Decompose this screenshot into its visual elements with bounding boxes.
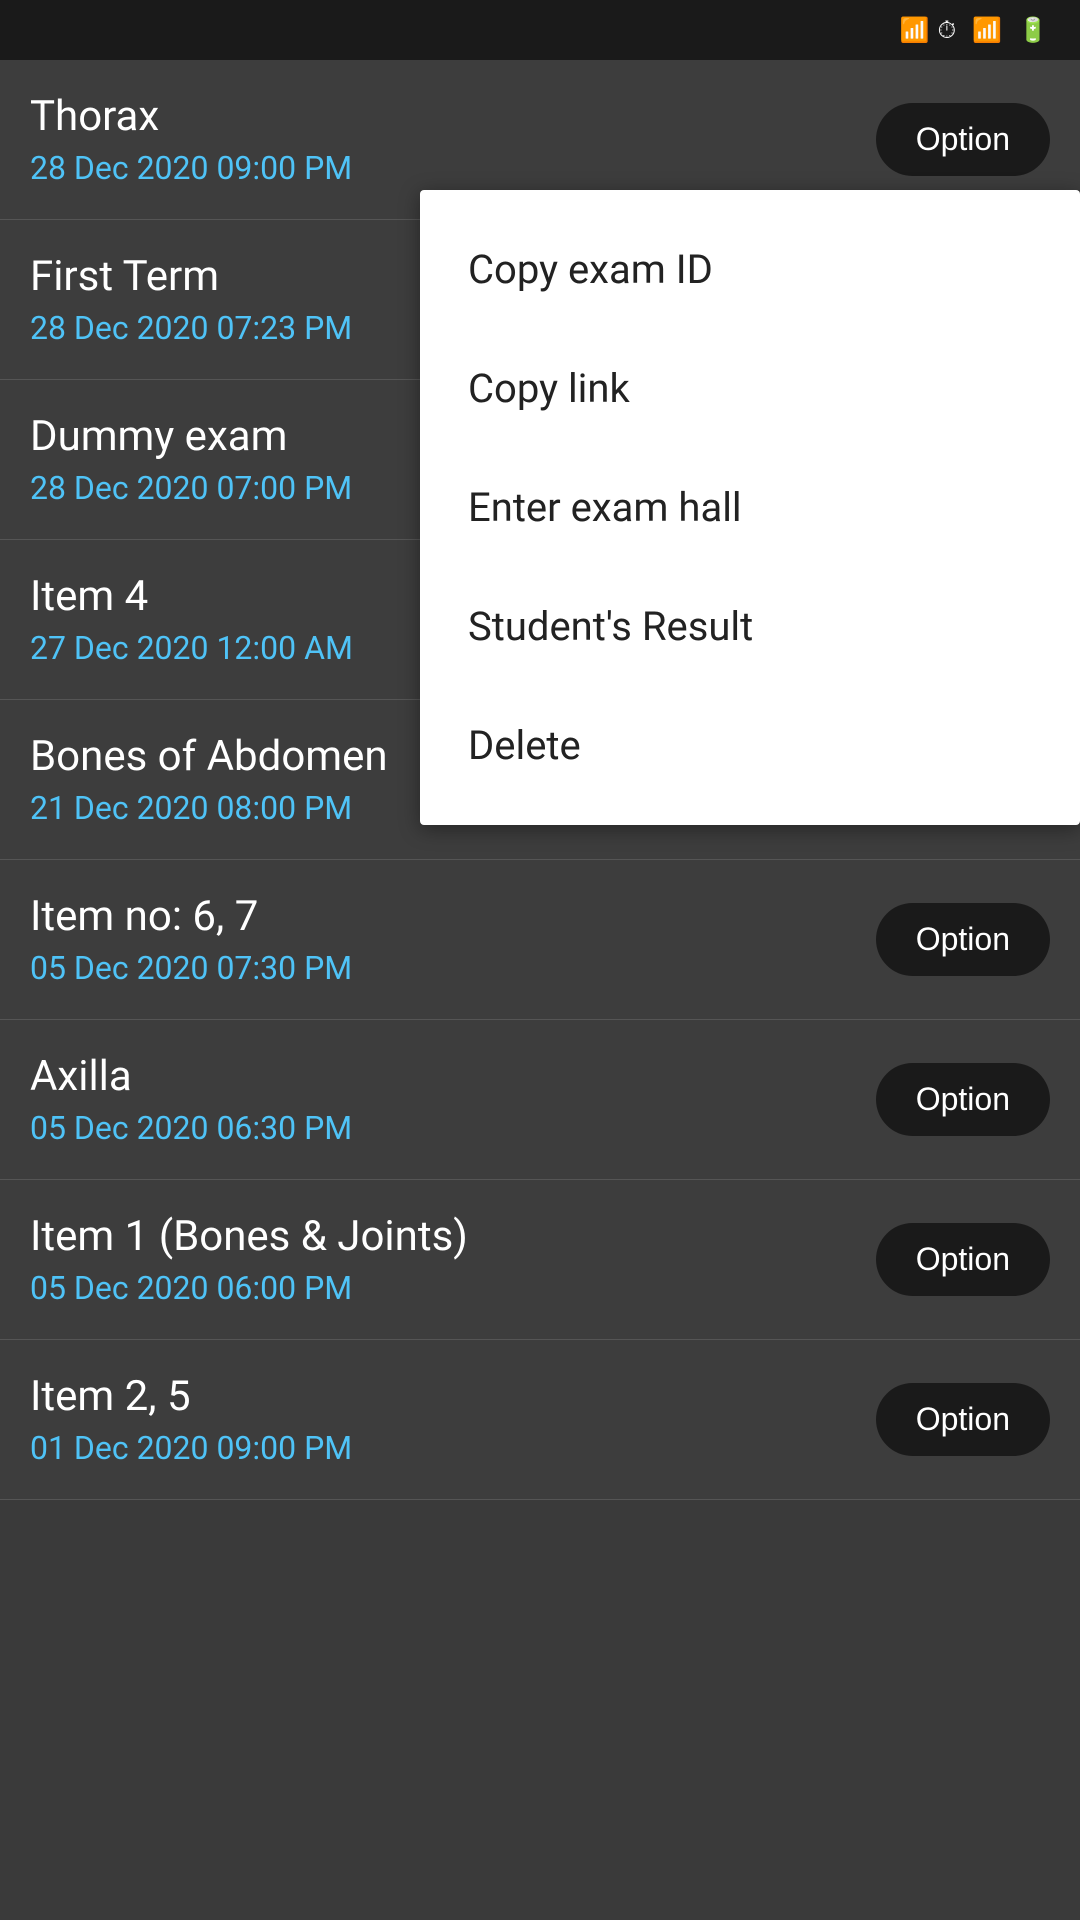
dropdown-item-students-result[interactable]: Student's Result <box>420 567 1080 686</box>
wifi-icon: 📶 <box>972 16 1002 44</box>
battery-icon: 🔋 <box>1018 16 1048 44</box>
dropdown-overlay: Copy exam IDCopy linkEnter exam hallStud… <box>0 60 1080 1920</box>
dropdown-item-copy-exam-id[interactable]: Copy exam ID <box>420 210 1080 329</box>
dropdown-item-delete[interactable]: Delete <box>420 686 1080 805</box>
dropdown-menu: Copy exam IDCopy linkEnter exam hallStud… <box>420 190 1080 825</box>
dropdown-item-copy-link[interactable]: Copy link <box>420 329 1080 448</box>
dropdown-item-enter-exam-hall[interactable]: Enter exam hall <box>420 448 1080 567</box>
sim-icon: 📶 <box>900 16 930 44</box>
status-icons: 📶 ⏱ 📶 🔋 <box>900 16 1056 44</box>
status-bar: 📶 ⏱ 📶 🔋 <box>0 0 1080 60</box>
clock-icon: ⏱ <box>937 16 956 44</box>
